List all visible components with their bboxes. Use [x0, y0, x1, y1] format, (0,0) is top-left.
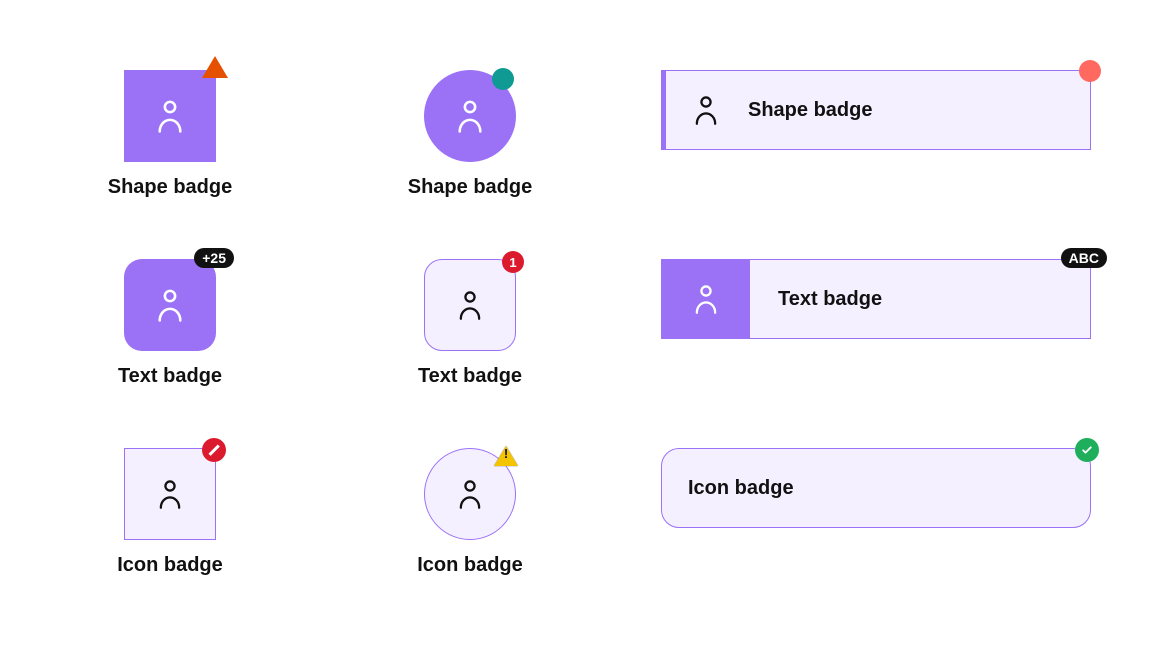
example-shape-circle: Shape badge	[340, 70, 600, 199]
caption: Icon badge	[417, 554, 523, 577]
caption: Text badge	[418, 365, 522, 388]
example-icon-circle: Icon badge	[340, 448, 600, 577]
badge-icon	[202, 438, 226, 462]
person-icon	[692, 283, 720, 315]
person-icon	[156, 478, 184, 510]
bar-icon-block	[662, 260, 750, 338]
person-icon	[454, 98, 486, 134]
person-icon	[456, 478, 484, 510]
badge-text-circle: 1	[502, 251, 524, 273]
badge-triangle	[202, 56, 228, 78]
bar-label: Icon badge	[688, 477, 794, 500]
avatar-bar-rounded: Icon badge	[661, 448, 1091, 528]
badge-text: 1	[502, 251, 524, 273]
badge-dot	[1079, 60, 1101, 82]
example-text-bar: Text badge ABC	[660, 259, 1092, 388]
bar-label: Text badge	[778, 288, 882, 311]
badge-text-pill: +25	[194, 249, 234, 268]
avatar-square-filled	[124, 70, 216, 162]
caption: Shape badge	[408, 176, 532, 199]
example-text-squircle-outline: 1 Text badge	[340, 259, 600, 388]
warning-icon	[494, 442, 518, 466]
badge-icon	[494, 442, 518, 466]
example-text-squircle: +25 Text badge	[60, 259, 280, 388]
avatar-squircle-filled	[124, 259, 216, 351]
dot-icon	[492, 68, 514, 90]
person-icon	[456, 289, 484, 321]
caption: Icon badge	[117, 554, 223, 577]
example-icon-square: Icon badge	[60, 448, 280, 577]
badge-dot	[492, 68, 514, 90]
person-icon	[154, 287, 186, 323]
badge-text: +25	[194, 248, 234, 268]
check-icon	[1075, 438, 1099, 462]
dot-icon	[1079, 60, 1101, 82]
avatar-bar-solid: Text badge	[661, 259, 1091, 339]
badge-icon	[1075, 438, 1099, 462]
caption: Shape badge	[108, 176, 232, 199]
example-shape-bar: Shape badge	[660, 70, 1092, 199]
example-icon-bar: Icon badge	[660, 448, 1092, 577]
triangle-icon	[202, 56, 228, 78]
badge-text-pill: ABC	[1061, 249, 1107, 268]
prohibit-icon	[202, 438, 226, 462]
caption: Text badge	[118, 365, 222, 388]
bar-label: Shape badge	[748, 99, 872, 122]
badge-text: ABC	[1061, 248, 1107, 268]
example-shape-square: Shape badge	[60, 70, 280, 199]
person-icon	[692, 94, 720, 126]
badge-examples-grid: Shape badge Shape badge Shape badge +25	[60, 70, 1092, 577]
avatar-bar-accent: Shape badge	[661, 70, 1091, 150]
person-icon	[154, 98, 186, 134]
